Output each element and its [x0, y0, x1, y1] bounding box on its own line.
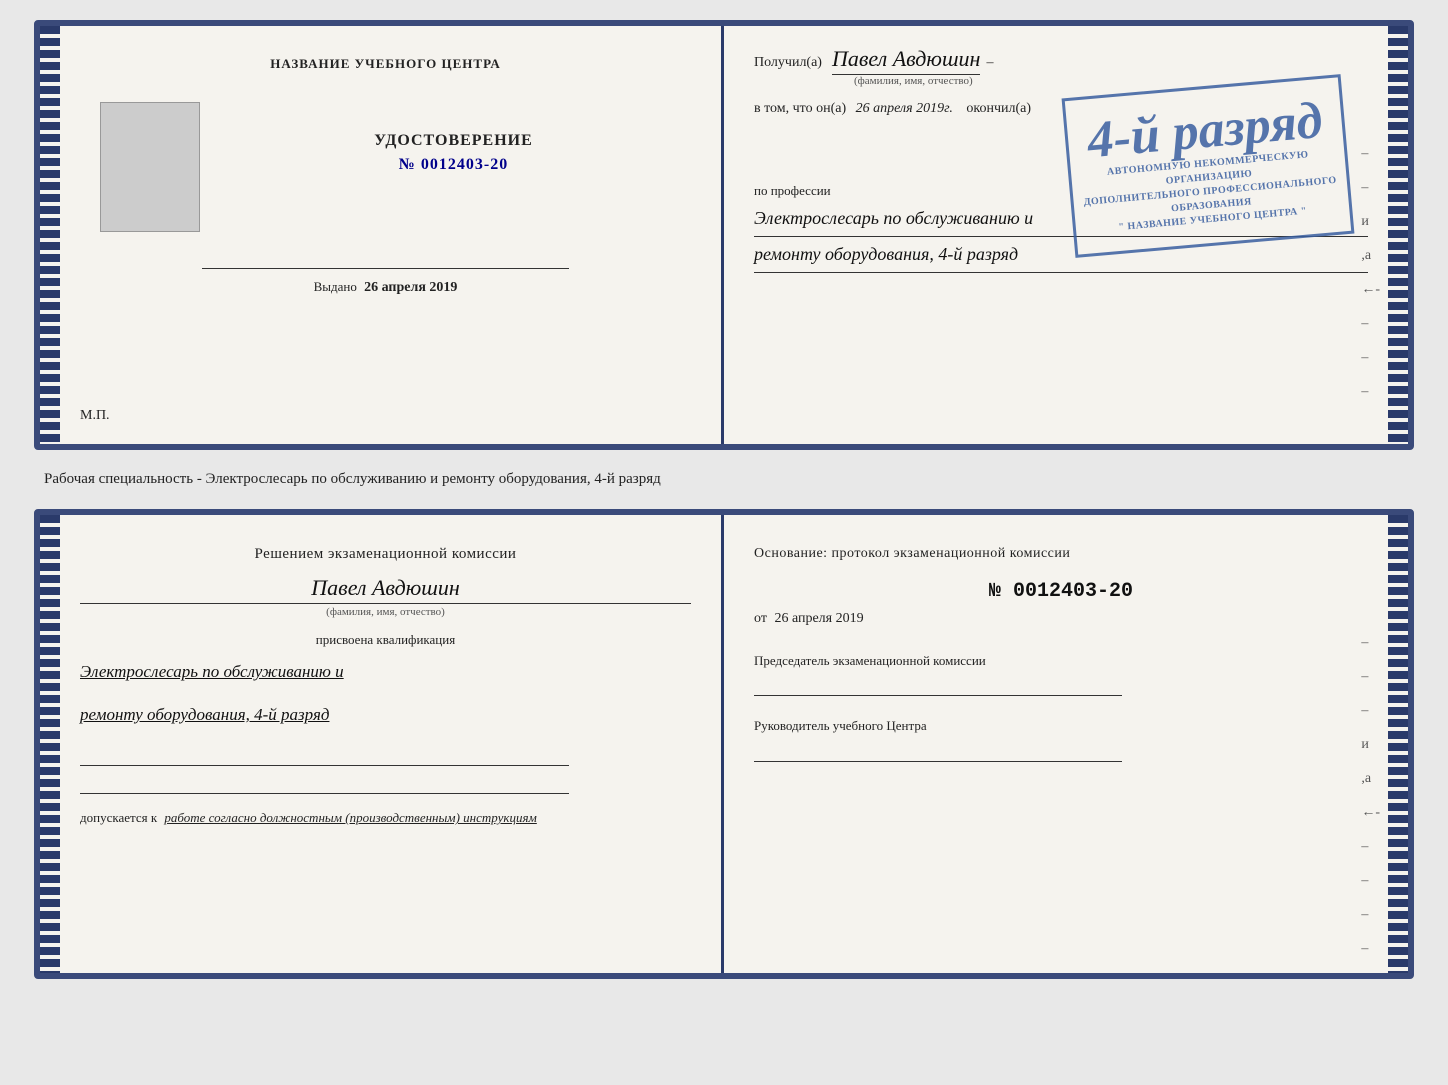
qualification-line1: Электрослесарь по обслуживанию и [80, 658, 691, 685]
right-spine-stripes [1388, 26, 1408, 444]
sig-line-2 [80, 772, 569, 794]
osnov-date-prefix: от [754, 611, 767, 626]
recipient-row: Получил(а) Павел Авдюшин – [754, 46, 1368, 75]
top-left-title: НАЗВАНИЕ УЧЕБНОГО ЦЕНТРА [270, 56, 501, 72]
qualification-line2: ремонту оборудования, 4-й разряд [80, 701, 691, 728]
signature-lines [80, 744, 691, 794]
chairman-sig-line [754, 676, 1122, 696]
issued-line: Выдано 26 апреля 2019 [314, 279, 458, 296]
middle-text: Рабочая специальность - Электрослесарь п… [34, 468, 1414, 491]
bottom-right-dashes: – – – и ,а ←- – – – – [1361, 635, 1380, 957]
osnov-number: № 0012403-20 [754, 580, 1368, 603]
chairman-label: Председатель экзаменационной комиссии [754, 651, 1368, 671]
middle-text-content: Рабочая специальность - Электрослесарь п… [44, 471, 661, 487]
stamp-overlay: 4-й разряд АВТОНОМНУЮ НЕКОММЕРЧЕСКУЮ ОРГ… [1062, 74, 1355, 258]
recipient-name: Павел Авдюшин [832, 46, 980, 75]
mp-label: М.П. [80, 408, 110, 424]
decision-title: Решением экзаменационной комиссии [80, 543, 691, 566]
cert-label: УДОСТОВЕРЕНИЕ [374, 132, 533, 150]
allowed-label: допускается к [80, 810, 157, 825]
vtom-prefix: в том, что он(а) [754, 101, 846, 116]
bottom-right-page: Основание: протокол экзаменационной коми… [724, 515, 1408, 973]
top-document: НАЗВАНИЕ УЧЕБНОГО ЦЕНТРА УДОСТОВЕРЕНИЕ №… [34, 20, 1414, 450]
sig-line-1 [80, 744, 569, 766]
issued-label: Выдано [314, 279, 357, 294]
dash1: – [986, 55, 993, 71]
osnov-title: Основание: протокол экзаменационной коми… [754, 543, 1368, 564]
osnov-date-line: от 26 апреля 2019 [754, 611, 1368, 627]
right-dashes: – – и ,а ←- – – – [1361, 146, 1380, 400]
allowed-line: допускается к работе согласно должностны… [80, 810, 691, 826]
bottom-document: Решением экзаменационной комиссии Павел … [34, 509, 1414, 979]
allowed-text: работе согласно должностным (производств… [164, 810, 536, 825]
director-label: Руководитель учебного Центра [754, 716, 1368, 736]
director-sig-line [754, 742, 1122, 762]
profession-text-line2: ремонту оборудования, 4-й разряд [754, 241, 1368, 273]
bottom-left-page: Решением экзаменационной комиссии Павел … [40, 515, 724, 973]
vtom-date: 26 апреля 2019г. [856, 101, 953, 116]
bottom-person-name: Павел Авдюшин [80, 575, 691, 601]
issued-date: 26 апреля 2019 [364, 280, 457, 295]
photo-placeholder [100, 102, 200, 232]
top-doc-right-page: Получил(а) Павел Авдюшин – (фамилия, имя… [724, 26, 1408, 444]
osnov-date: 26 апреля 2019 [774, 611, 863, 626]
bottom-right-spine [1388, 515, 1408, 973]
cert-number: № 0012403-20 [399, 156, 508, 174]
bottom-person-sub: (фамилия, имя, отчество) [80, 603, 691, 618]
vtom-ended: окончил(а) [966, 101, 1031, 116]
assigned-label: присвоена квалификация [80, 632, 691, 648]
top-doc-left-page: НАЗВАНИЕ УЧЕБНОГО ЦЕНТРА УДОСТОВЕРЕНИЕ №… [40, 26, 724, 444]
recipient-prefix: Получил(а) [754, 55, 822, 71]
